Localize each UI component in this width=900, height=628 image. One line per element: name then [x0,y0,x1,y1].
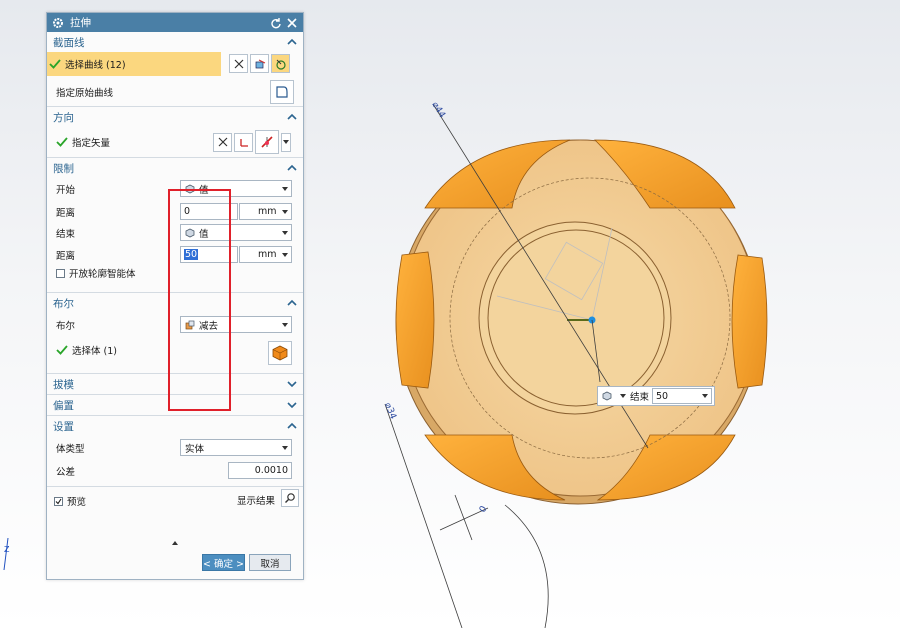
specify-origin-label: 指定原始曲线 [56,88,114,99]
sketch-section-icon[interactable] [250,54,269,73]
start-label: 开始 [56,185,76,196]
limits-header[interactable]: 限制 [47,158,303,178]
magnifier-icon[interactable] [281,489,299,507]
svg-text:Z: Z [4,545,10,554]
ok-button[interactable]: < 确定 > [202,554,245,571]
chevron-up-icon[interactable] [287,164,297,172]
chevron-down-icon[interactable] [287,380,297,388]
settings-group: 设置 体类型 实体 公差 0.0010 [47,416,303,487]
body-type-select[interactable]: 实体 [180,439,292,456]
specify-vector-label: 指定矢量 [72,138,111,149]
open-profile-label: 开放轮廓智能体 [69,269,136,280]
direction-group: 方向 指定矢量 [47,107,303,158]
dialog-title: 拉伸 [70,17,91,29]
settings-title: 设置 [53,420,74,433]
end-unit-select[interactable]: mm [239,246,292,263]
select-curve-label: 选择曲线 (12) [65,60,126,71]
preview-toggle[interactable]: 预览 [54,494,86,508]
close-icon[interactable] [286,17,298,29]
collapse-arrow-icon[interactable] [171,540,179,546]
reset-icon[interactable] [270,17,282,29]
value-type-icon[interactable] [598,391,616,401]
curve-selection-icon[interactable] [271,54,290,73]
vector-axis-icon[interactable] [234,132,253,152]
specify-vector-row: 指定矢量 [47,127,303,157]
start-distance-label: 距离 [56,208,76,219]
chevron-up-icon[interactable] [287,113,297,121]
direction-title: 方向 [53,111,74,124]
end-value-onscreen-input[interactable]: 结束 50 [597,386,715,406]
start-unit-value: mm [258,206,277,217]
chevron-up-icon[interactable] [287,299,297,307]
cancel-button[interactable]: 取消 [249,554,291,571]
preview-row: 预览 显示结果 [47,487,303,511]
body-type-value: 实体 [185,443,205,455]
select-body-icon[interactable] [268,341,292,365]
show-result-label: 显示结果 [237,496,276,507]
preview-label: 预览 [67,497,87,508]
select-body-row: 选择体 (1) [56,343,117,357]
specify-origin-curve-row: 指定原始曲线 [47,78,303,106]
dialog-titlebar: 拉伸 [47,13,303,32]
open-profile-checkbox[interactable] [56,268,65,278]
dim-small-label: 0 [478,504,490,514]
body-type-label: 体类型 [56,444,85,455]
check-icon [56,137,68,147]
gear-icon [53,17,63,28]
open-profile-row[interactable]: 开放轮廓智能体 [56,266,136,280]
dim-top-label: ⌀44 [429,100,447,120]
origin-curve-icon[interactable] [270,80,294,104]
section-curve-header[interactable]: 截面线 [47,32,303,52]
section-curve-group: 截面线 选择曲线 (12) 指定原始曲线 [47,32,303,107]
annotation-highlight-box [168,189,231,411]
end-label: 结束 [630,392,650,403]
settings-header[interactable]: 设置 [47,416,303,436]
direction-header[interactable]: 方向 [47,107,303,127]
end-value-field[interactable]: 50 [652,388,712,404]
boolean-label: 布尔 [56,321,76,332]
check-icon [49,59,61,69]
check-icon [56,345,68,355]
chevron-down-icon[interactable] [287,401,297,409]
preview-checkbox[interactable] [54,496,63,506]
end-unit-value: mm [258,249,277,260]
section-curve-title: 截面线 [53,36,85,49]
tolerance-label: 公差 [56,467,76,478]
vector-dropdown-icon[interactable] [281,132,291,152]
limits-title: 限制 [53,162,74,175]
select-curve-row[interactable]: 选择曲线 (12) [47,52,221,76]
chevron-up-icon[interactable] [287,422,297,430]
end-value-text: 50 [656,390,669,402]
end-distance-label: 距离 [56,251,76,262]
tolerance-input[interactable]: 0.0010 [228,462,292,479]
chevron-up-icon[interactable] [287,38,297,46]
vector-dialog-icon[interactable] [255,130,279,154]
chevron-down-icon[interactable] [620,394,626,398]
select-body-label: 选择体 (1) [72,346,117,357]
reverse-direction-icon[interactable] [213,132,232,152]
deselect-icon[interactable] [229,54,248,73]
dim-bottom-label: ⌀34 [382,401,398,421]
end-label: 结束 [56,229,76,240]
start-unit-select[interactable]: mm [239,203,292,220]
